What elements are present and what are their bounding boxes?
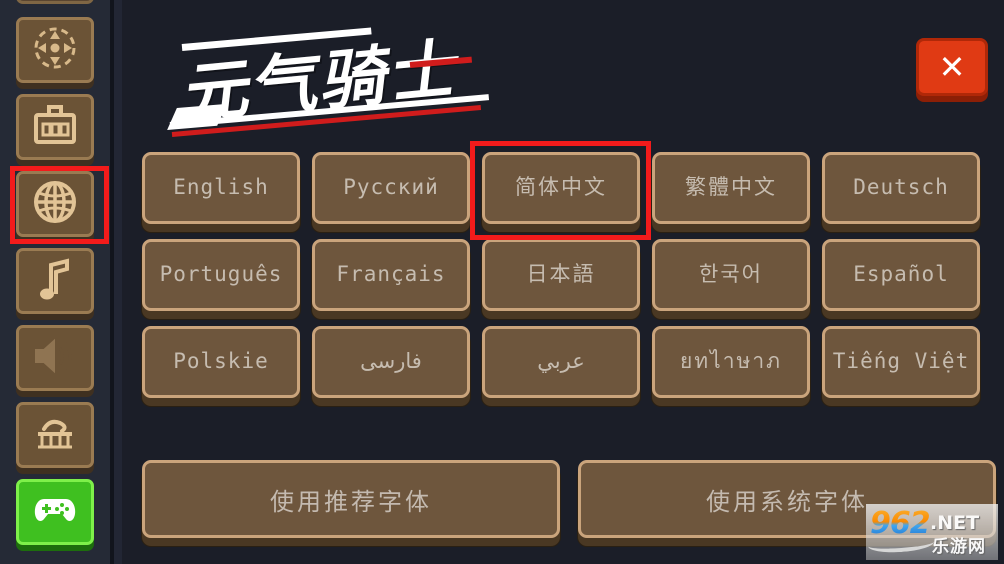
sidebar-item-inventory[interactable] [16, 94, 94, 160]
toolbox-icon [32, 104, 78, 150]
language-button-simplified-chinese[interactable]: 简体中文 [482, 152, 640, 224]
language-button-thai[interactable]: ยทไาษาภ [652, 326, 810, 398]
language-button-traditional-chinese[interactable]: 繁體中文 [652, 152, 810, 224]
game-logo: 元气骑士 [160, 22, 520, 142]
sidebar-item-music[interactable] [16, 248, 94, 314]
language-button-polish[interactable]: Polskie [142, 326, 300, 398]
language-button-arabic[interactable]: عربي [482, 326, 640, 398]
use-recommended-font-button[interactable]: 使用推荐字体 [142, 460, 560, 538]
gamepad-icon [32, 494, 78, 530]
shop-cart-icon [32, 413, 78, 457]
language-grid: English Русский 简体中文 繁體中文 Deutsch Portug… [142, 152, 988, 413]
language-button-spanish[interactable]: Español [822, 239, 980, 311]
sidebar-right-strip [114, 0, 122, 564]
language-button-german[interactable]: Deutsch [822, 152, 980, 224]
close-button[interactable]: ✕ [916, 38, 988, 96]
sidebar-item-shop[interactable] [16, 402, 94, 468]
speaker-icon [32, 336, 78, 380]
sidebar-item-partial-top[interactable] [16, 0, 94, 4]
dpad-icon [32, 25, 78, 75]
watermark: 962 .NET 乐游网 [866, 504, 998, 560]
language-row: Polskie فارسى عربي ยทไาษาภ Tiếng Việt [142, 326, 988, 398]
language-button-persian[interactable]: فارسى [312, 326, 470, 398]
watermark-number: 962 [870, 506, 931, 541]
language-button-portuguese[interactable]: Português [142, 239, 300, 311]
language-button-vietnamese[interactable]: Tiếng Việt [822, 326, 980, 398]
sidebar-item-language[interactable] [16, 171, 94, 237]
language-row: English Русский 简体中文 繁體中文 Deutsch [142, 152, 988, 224]
sidebar-item-sound[interactable] [16, 325, 94, 391]
app-window: 元气骑士 ✕ English Русский 简体中文 繁體中文 Deutsch… [0, 0, 1004, 564]
language-button-russian[interactable]: Русский [312, 152, 470, 224]
language-button-french[interactable]: Français [312, 239, 470, 311]
globe-icon [32, 179, 78, 229]
language-row: Português Français 日本語 한국어 Español [142, 239, 988, 311]
language-button-korean[interactable]: 한국어 [652, 239, 810, 311]
music-note-icon [34, 256, 76, 306]
sidebar-item-controls[interactable] [16, 17, 94, 83]
language-button-japanese[interactable]: 日本語 [482, 239, 640, 311]
sidebar-item-play[interactable] [16, 479, 94, 545]
watermark-chinese: 乐游网 [932, 537, 986, 557]
language-button-english[interactable]: English [142, 152, 300, 224]
close-icon: ✕ [938, 48, 966, 86]
watermark-tld: .NET [930, 512, 980, 534]
